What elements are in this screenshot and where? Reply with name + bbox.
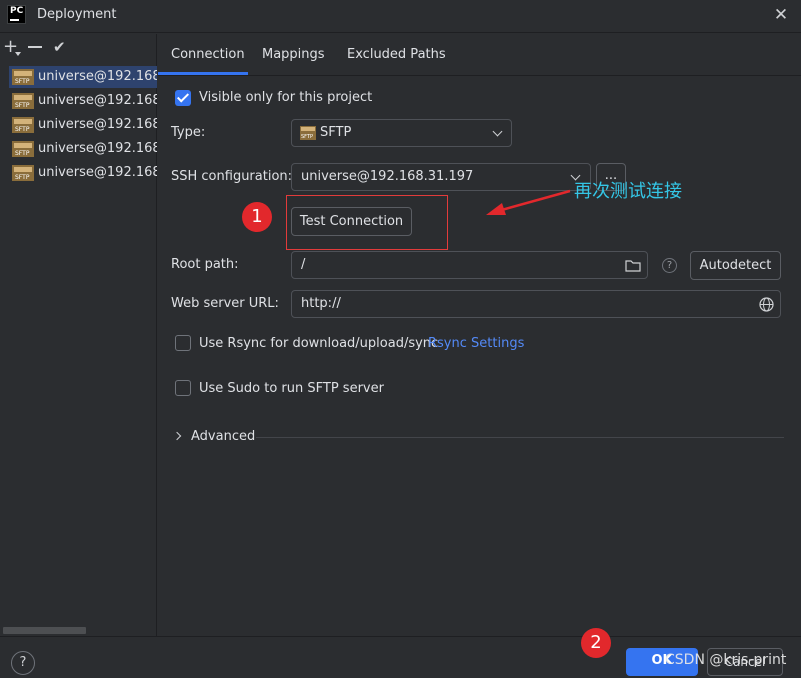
server-list-item[interactable]: SFTP universe@192.168.31.197 <box>9 114 157 136</box>
help-button[interactable]: ? <box>11 651 35 675</box>
type-label: Type: <box>171 125 206 140</box>
annotation-arrow-icon <box>486 189 571 215</box>
visible-only-checkbox[interactable] <box>175 90 191 106</box>
server-list-item[interactable]: SFTP universe@192.168.31.197 <box>9 66 157 88</box>
add-dropdown-icon[interactable] <box>15 52 21 56</box>
web-server-url-label: Web server URL: <box>171 296 279 311</box>
server-list-item[interactable]: SFTP universe@192.168.31.197 <box>9 162 157 184</box>
sftp-server-icon: SFTP <box>12 69 34 85</box>
ssh-configuration-label: SSH configuration: <box>171 169 293 184</box>
title-bar <box>0 0 801 33</box>
use-rsync-label: Use Rsync for download/upload/sync <box>199 336 439 351</box>
server-list-item[interactable]: SFTP universe@192.168.31.197 <box>9 138 157 160</box>
svg-text:SFTP: SFTP <box>301 134 313 140</box>
watermark: CSDN @kris-print <box>665 652 787 668</box>
autodetect-button[interactable]: Autodetect <box>690 251 781 280</box>
chevron-down-icon <box>492 126 503 137</box>
window-title: Deployment <box>37 7 117 22</box>
help-icon[interactable]: ? <box>662 258 677 273</box>
pycharm-logo-icon: PC <box>7 5 26 24</box>
horizontal-scrollbar[interactable] <box>3 627 86 634</box>
globe-icon[interactable] <box>759 297 774 312</box>
footer-divider <box>0 636 801 637</box>
ssh-configuration-select[interactable]: universe@192.168.31.197 <box>291 163 591 191</box>
web-server-url-input[interactable]: http:// <box>291 290 781 318</box>
tab-mappings[interactable]: Mappings <box>262 47 325 62</box>
annotation-badge-2: 2 <box>581 628 611 658</box>
use-rsync-checkbox[interactable] <box>175 335 191 351</box>
svg-text:SFTP: SFTP <box>15 126 30 133</box>
tab-connection[interactable]: Connection <box>171 47 245 62</box>
server-list-item[interactable]: SFTP universe@192.168.31.197 <box>9 90 157 112</box>
type-select[interactable]: SFTP SFTP <box>291 119 512 147</box>
advanced-section-toggle[interactable]: Advanced <box>191 429 255 444</box>
sftp-type-icon: SFTP <box>300 126 316 140</box>
rsync-settings-link[interactable]: Rsync Settings <box>428 336 524 351</box>
remove-server-icon[interactable] <box>28 46 42 48</box>
sftp-server-icon: SFTP <box>12 93 34 109</box>
root-path-input[interactable]: / <box>291 251 648 279</box>
annotation-note: 再次测试连接 <box>574 181 682 202</box>
svg-text:SFTP: SFTP <box>15 150 30 157</box>
sftp-server-icon: SFTP <box>12 141 34 157</box>
tab-excluded-paths[interactable]: Excluded Paths <box>347 47 446 62</box>
advanced-divider <box>256 437 784 438</box>
chevron-right-icon[interactable] <box>172 431 182 441</box>
sftp-server-icon: SFTP <box>12 165 34 181</box>
annotation-highlight-box <box>286 195 448 250</box>
sftp-server-icon: SFTP <box>12 117 34 133</box>
svg-text:SFTP: SFTP <box>15 174 30 181</box>
use-sudo-checkbox[interactable] <box>175 380 191 396</box>
visible-only-label: Visible only for this project <box>199 90 373 105</box>
svg-text:SFTP: SFTP <box>15 102 30 109</box>
use-sudo-label: Use Sudo to run SFTP server <box>199 381 384 396</box>
set-default-check-icon[interactable]: ✔ <box>53 38 66 56</box>
svg-text:SFTP: SFTP <box>15 78 30 85</box>
folder-icon[interactable] <box>625 259 641 272</box>
active-tab-indicator <box>158 72 248 75</box>
annotation-badge-1: 1 <box>242 202 272 232</box>
tab-bar <box>158 34 801 76</box>
close-icon[interactable]: ✕ <box>770 4 792 26</box>
root-path-label: Root path: <box>171 257 239 272</box>
